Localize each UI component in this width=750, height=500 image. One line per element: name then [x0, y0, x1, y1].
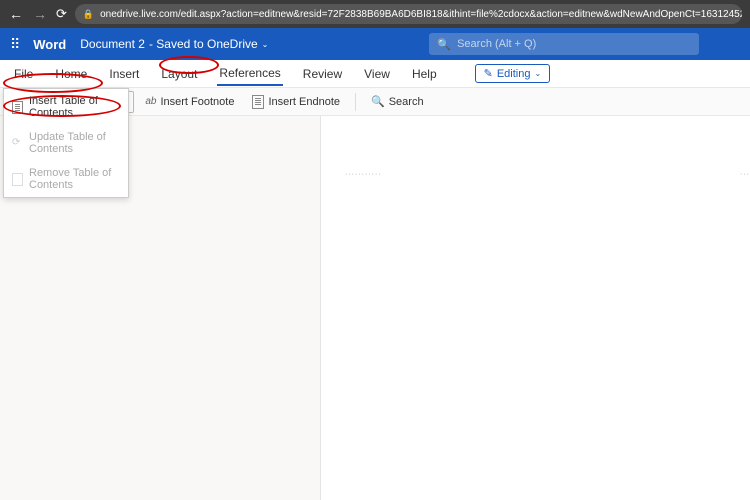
app-name: Word [33, 37, 66, 52]
menu-view[interactable]: View [362, 63, 392, 85]
document-icon [12, 101, 23, 114]
insert-endnote-button[interactable]: Insert Endnote [245, 91, 347, 113]
search-input[interactable]: 🔍 Search (Alt + Q) [429, 33, 699, 55]
ruler-mark: ··· [740, 171, 750, 178]
back-button[interactable]: ← [8, 6, 24, 22]
url-bar[interactable]: 🔒 onedrive.live.com/edit.aspx?action=edi… [75, 4, 742, 24]
menu-review[interactable]: Review [301, 63, 344, 85]
remove-icon [12, 173, 23, 186]
browser-toolbar: ← → ⟳ 🔒 onedrive.live.com/edit.aspx?acti… [0, 0, 750, 28]
title-bar: ⠿ Word Document 2 - Saved to OneDrive ⌄ … [0, 28, 750, 60]
url-text: onedrive.live.com/edit.aspx?action=editn… [100, 9, 742, 20]
chevron-down-icon: ⌄ [534, 69, 541, 78]
menu-bar: File Home Insert Layout References Revie… [0, 60, 750, 88]
footnote-icon: ab [145, 96, 156, 107]
divider [355, 93, 356, 111]
pencil-icon: ✎ [484, 67, 493, 80]
app-launcher-icon[interactable]: ⠿ [10, 36, 19, 53]
insert-footnote-button[interactable]: ab Insert Footnote [138, 92, 241, 112]
menu-file[interactable]: File [12, 63, 35, 85]
search-icon: 🔍 [371, 95, 385, 108]
search-icon: 🔍 [437, 38, 451, 51]
toc-dropdown: Insert Table of Contents ⟳ Update Table … [3, 88, 129, 198]
lock-icon: 🔒 [83, 9, 94, 20]
refresh-button[interactable]: ⟳ [56, 6, 67, 22]
editing-mode-button[interactable]: ✎ Editing ⌄ [475, 64, 551, 83]
menu-references[interactable]: References [217, 62, 282, 86]
search-button[interactable]: 🔍 Search [364, 91, 431, 112]
chevron-down-icon: ⌄ [262, 40, 269, 49]
menu-insert[interactable]: Insert [107, 63, 141, 85]
refresh-icon: ⟳ [12, 137, 23, 150]
ruler-mark: ··········· [345, 171, 382, 178]
menu-home[interactable]: Home [53, 63, 89, 85]
endnote-icon [252, 95, 264, 109]
menu-layout[interactable]: Layout [159, 63, 199, 85]
menu-help[interactable]: Help [410, 63, 439, 85]
update-toc-option: ⟳ Update Table of Contents [4, 125, 128, 161]
remove-toc-option: Remove Table of Contents [4, 161, 128, 197]
document-title[interactable]: Document 2 - Saved to OneDrive ⌄ [80, 37, 268, 51]
forward-button[interactable]: → [32, 6, 48, 22]
insert-toc-option[interactable]: Insert Table of Contents [4, 89, 128, 125]
document-canvas[interactable]: ··········· ··· [321, 116, 750, 500]
